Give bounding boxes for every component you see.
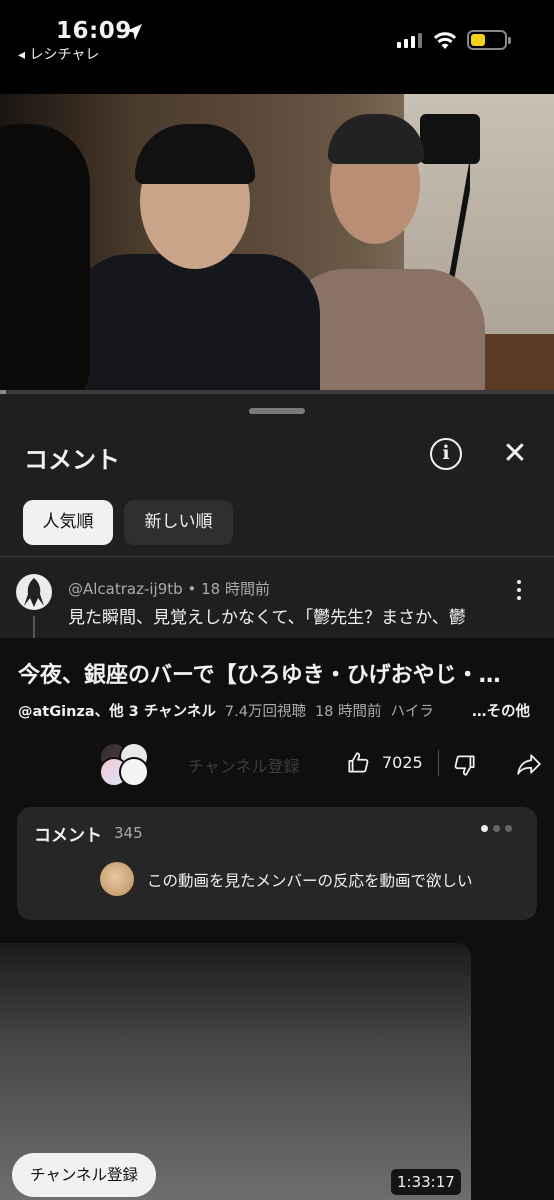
commenter-avatar	[100, 862, 134, 896]
thumbs-up-icon[interactable]	[345, 750, 371, 776]
info-icon[interactable]: i	[430, 438, 462, 470]
camera-in-scene	[420, 114, 480, 164]
status-time: 16:09	[56, 18, 132, 44]
sort-chip-newest[interactable]: 新しい順	[124, 500, 233, 545]
comment-author-line: @Alcatraz-ij9tb • 18 時間前	[68, 578, 270, 599]
upload-time: 18 時間前	[314, 704, 382, 720]
wifi-icon	[433, 32, 457, 49]
video-title[interactable]: 今夜、銀座のバーで【ひろゆき・ひげおやじ・…	[18, 657, 538, 689]
more-options-icon[interactable]	[512, 580, 526, 604]
next-video-subscribe-button[interactable]: チャンネル登録	[12, 1153, 156, 1197]
channel-avatar	[119, 757, 149, 787]
location-arrow-icon	[126, 24, 142, 40]
sort-chip-top[interactable]: 人気順	[23, 500, 113, 545]
more-link[interactable]: …その他	[460, 700, 530, 721]
comment-author[interactable]: @Alcatraz-ij9tb	[68, 580, 183, 598]
comments-sheet: コメント i ✕ 人気順 新しい順 @Alcatraz-ij9tb • 18 時…	[0, 394, 554, 638]
video-player[interactable]	[0, 94, 554, 390]
comments-sheet-title: コメント	[24, 446, 120, 474]
comment-author-avatar[interactable]	[16, 574, 52, 610]
video-duration-badge: 1:33:17	[391, 1169, 461, 1195]
comments-teaser-label: コメント	[34, 826, 102, 846]
status-bar: 16:09 ◂ レシチャレ	[0, 0, 554, 94]
comment-text: 見た瞬間、見覚えしかなくて、「鬱先生？まさか、鬱	[68, 608, 466, 628]
video-tag: ハイラ	[390, 704, 434, 720]
comment-count: 345	[114, 824, 143, 842]
carousel-dots	[481, 825, 512, 832]
channel-name[interactable]: @atGinza、他 3 チャンネル	[18, 700, 216, 721]
battery-icon	[467, 30, 511, 50]
sheet-drag-handle[interactable]	[249, 408, 305, 414]
comment-time: 18 時間前	[201, 580, 270, 598]
cellular-signal-icon	[397, 33, 422, 48]
like-count: 7025	[382, 753, 423, 772]
divider	[438, 750, 439, 776]
comment-thread-line	[33, 616, 35, 638]
view-count: 7.4万回視聴	[224, 704, 306, 720]
battery-level	[471, 34, 485, 46]
teaser-comment-text: この動画を見たメンバーの反応を動画で欲しい	[147, 872, 473, 890]
share-icon[interactable]	[516, 751, 542, 777]
subscribe-button[interactable]: チャンネル登録	[188, 753, 300, 777]
comments-teaser[interactable]: コメント 345 この動画を見たメンバーの反応を動画で欲しい	[17, 807, 537, 920]
divider	[0, 556, 554, 557]
close-icon[interactable]: ✕	[500, 439, 530, 470]
thumbs-down-icon[interactable]	[452, 752, 478, 778]
comment-separator: •	[187, 580, 197, 598]
channel-avatars[interactable]	[99, 739, 151, 787]
back-to-app-link[interactable]: ◂ レシチャレ	[18, 44, 99, 64]
